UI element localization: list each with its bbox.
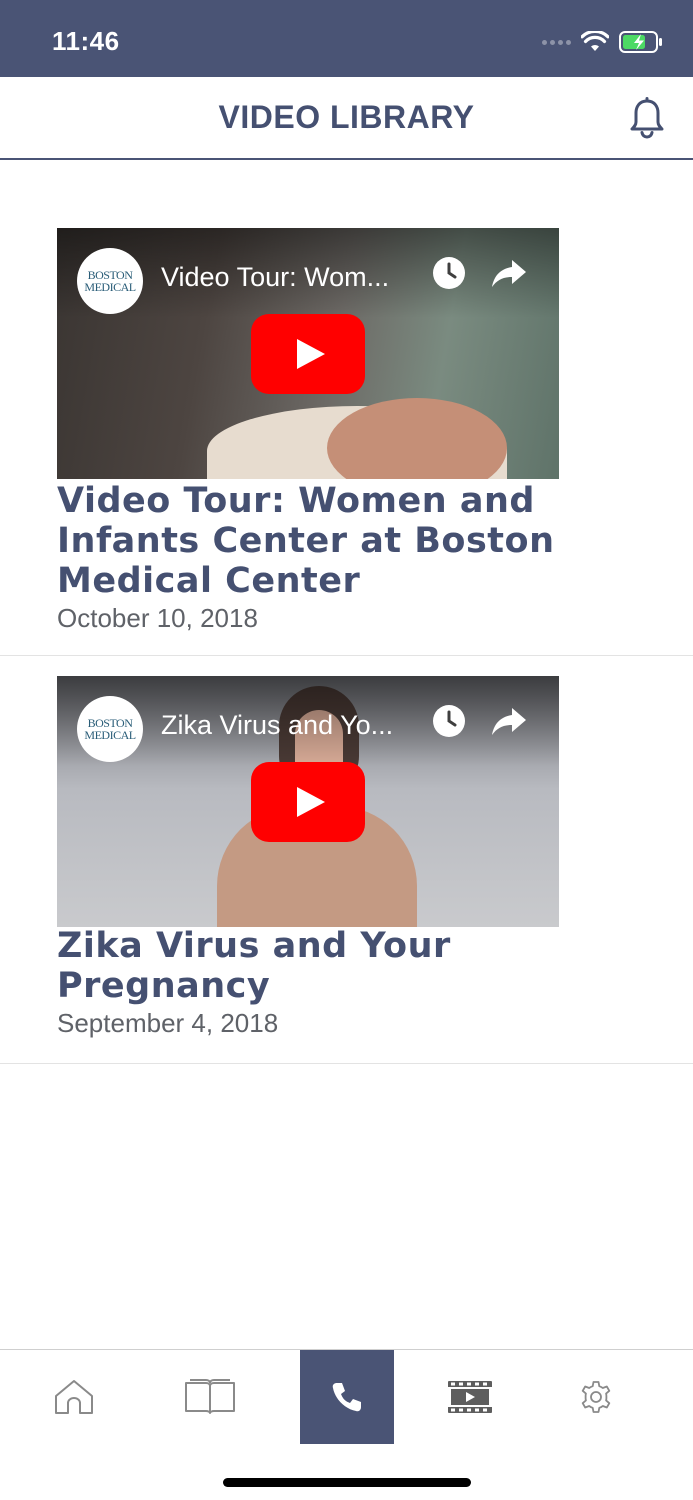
video-overlay-title[interactable]: Zika Virus and Yo...	[161, 710, 393, 741]
channel-logo[interactable]: BOSTON MEDICAL	[77, 696, 143, 762]
play-icon	[297, 787, 325, 817]
video-library-icon	[448, 1381, 492, 1413]
battery-icon	[619, 31, 662, 53]
page-title: VIDEO LIBRARY	[218, 99, 475, 135]
video-title[interactable]: Video Tour: Women and Infants Center at …	[57, 481, 617, 601]
video-thumbnail[interactable]: BOSTON MEDICAL Zika Virus and Yo...	[57, 676, 559, 927]
tab-settings[interactable]	[549, 1350, 643, 1444]
watch-later-clock-icon[interactable]	[432, 704, 466, 738]
video-feed: BOSTON MEDICAL Video Tour: Wom... Video …	[0, 160, 693, 1064]
wifi-icon	[581, 31, 609, 51]
play-icon	[297, 339, 325, 369]
youtube-play-button[interactable]	[251, 314, 365, 394]
watch-later-clock-icon[interactable]	[432, 256, 466, 290]
tab-call[interactable]	[300, 1350, 394, 1444]
video-card[interactable]: BOSTON MEDICAL Zika Virus and Yo... Zika…	[0, 656, 693, 1064]
video-overlay-title[interactable]: Video Tour: Wom...	[161, 262, 389, 293]
home-indicator[interactable]	[223, 1478, 471, 1487]
notifications-bell-icon[interactable]	[628, 97, 666, 139]
home-icon	[55, 1380, 93, 1414]
cellular-signal-icon	[542, 39, 571, 45]
tab-video-library[interactable]	[423, 1350, 517, 1444]
video-card[interactable]: BOSTON MEDICAL Video Tour: Wom... Video …	[0, 160, 693, 656]
tab-home[interactable]	[27, 1350, 121, 1444]
app-header: VIDEO LIBRARY	[0, 77, 693, 160]
video-date: October 10, 2018	[57, 603, 258, 633]
status-bar: 11:46	[0, 0, 693, 77]
video-title[interactable]: Zika Virus and Your Pregnancy	[57, 926, 617, 1006]
status-icons	[542, 28, 663, 56]
book-icon	[185, 1379, 235, 1414]
phone-icon	[332, 1383, 361, 1412]
channel-logo[interactable]: BOSTON MEDICAL	[77, 248, 143, 314]
status-time: 11:46	[52, 26, 120, 56]
share-arrow-icon[interactable]	[491, 256, 527, 290]
settings-gear-icon	[581, 1381, 611, 1413]
video-thumbnail[interactable]: BOSTON MEDICAL Video Tour: Wom...	[57, 228, 559, 479]
video-date: September 4, 2018	[57, 1008, 279, 1038]
tab-library[interactable]	[163, 1350, 257, 1444]
youtube-play-button[interactable]	[251, 762, 365, 842]
bottom-tab-bar	[0, 1349, 693, 1500]
share-arrow-icon[interactable]	[491, 704, 527, 738]
